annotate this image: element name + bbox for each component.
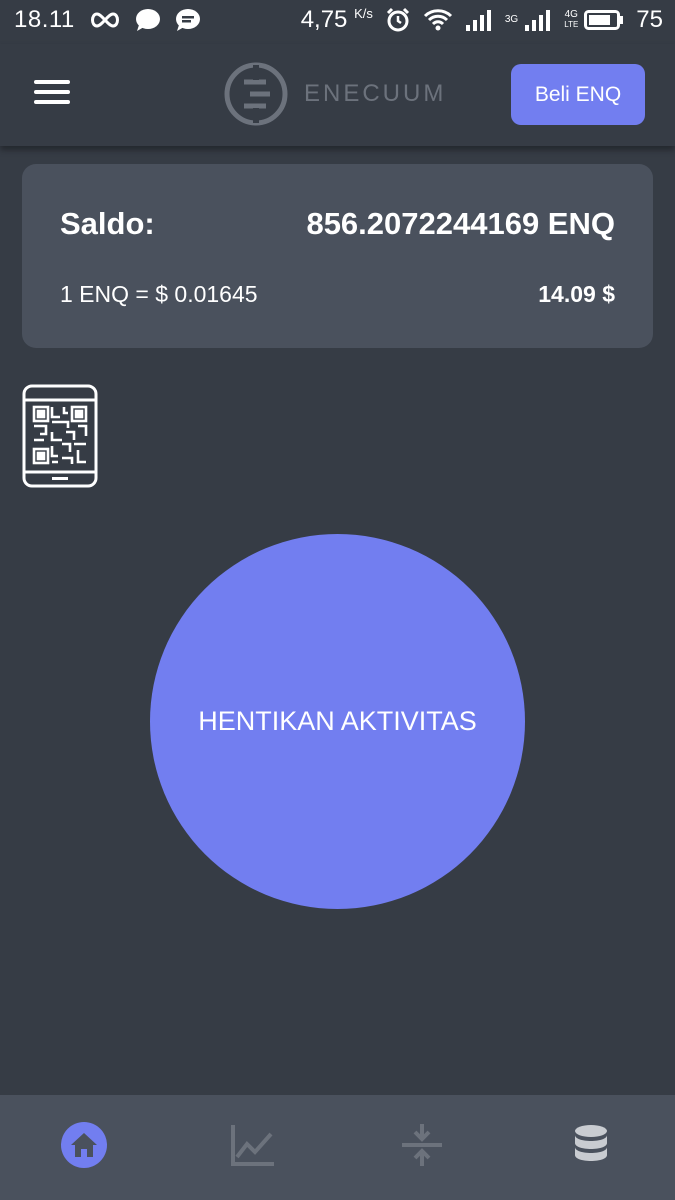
chat-bubble-icon [135, 8, 161, 32]
network-4g-lte-label: 4G LTE [564, 10, 578, 30]
network-speed: 4,75 K/s [301, 6, 373, 34]
enecuum-logo: ENECUUM [222, 60, 446, 128]
network-lte-label: LTE [564, 20, 579, 29]
wifi-icon [423, 8, 453, 32]
status-bar: 18.11 4,75 K/s 3G 4G LTE 75 [0, 0, 675, 44]
enecuum-logo-icon [224, 62, 288, 126]
exchange-rate: 1 ENQ = $ 0.01645 [60, 281, 258, 307]
stop-activity-button[interactable]: HENTIKAN AKTIVITAS [150, 534, 525, 909]
signal-icon [465, 9, 493, 31]
bottom-nav [0, 1095, 675, 1200]
balance-label: Saldo: [60, 206, 155, 241]
nav-database[interactable] [566, 1120, 616, 1170]
nav-home[interactable] [59, 1120, 109, 1170]
balance-card: Saldo: 856.2072244169 ENQ 1 ENQ = $ 0.01… [22, 164, 653, 348]
buy-enq-button[interactable]: Beli ENQ [511, 64, 645, 125]
battery-icon [584, 9, 624, 31]
network-4g-label: 4G [564, 9, 578, 20]
speed-unit: K/s [354, 6, 373, 21]
usd-value: 14.09 $ [538, 281, 615, 307]
speed-value: 4,75 [300, 6, 348, 33]
transfer-icon [402, 1124, 442, 1166]
nav-chart[interactable] [227, 1120, 277, 1170]
status-time: 18.11 [14, 6, 75, 33]
chart-icon [231, 1125, 274, 1166]
status-right: 4,75 K/s 3G 4G LTE 75 [301, 6, 663, 34]
alarm-icon [385, 7, 411, 33]
nav-transfer[interactable] [397, 1120, 447, 1170]
battery-level: 75 [636, 6, 663, 33]
database-icon [575, 1125, 607, 1161]
signal-icon [524, 9, 552, 31]
qr-code-icon[interactable] [22, 384, 98, 488]
home-icon [61, 1122, 107, 1168]
app-header: ENECUUM Beli ENQ [0, 44, 675, 146]
status-left: 18.11 [14, 6, 201, 34]
stop-activity-label: HENTIKAN AKTIVITAS [198, 706, 477, 736]
infinity-icon [89, 10, 121, 30]
network-3g-label: 3G [504, 14, 519, 25]
message-icon [175, 8, 201, 32]
menu-icon[interactable] [34, 80, 70, 108]
logo-text: ENECUUM [304, 80, 447, 107]
balance-value: 856.2072244169 ENQ [306, 206, 615, 241]
